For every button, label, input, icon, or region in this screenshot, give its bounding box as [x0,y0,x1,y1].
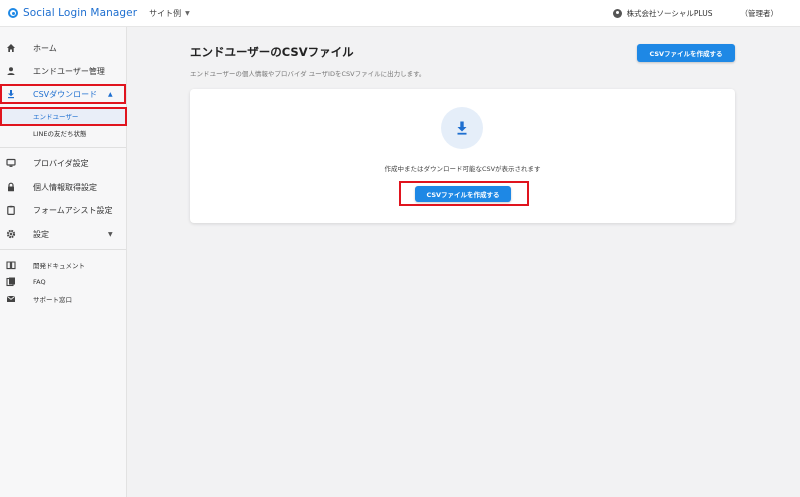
account-icon [612,8,622,18]
account-name: 株式会社ソーシャルPLUS [626,8,713,18]
sidebar-subitem-end-user[interactable]: エンドユーザー [0,108,126,124]
sidebar-item-home[interactable]: ホーム [0,38,126,58]
sidebar-item-end-user-management[interactable]: エンドユーザー管理 [0,61,126,81]
sidebar-item-personal-info-settings[interactable]: 個人情報取得設定 [0,177,126,197]
sidebar-subitem-line-friend-status[interactable]: LINEの友だち状態 [0,125,126,141]
brand[interactable]: Social Login Manager [8,7,137,19]
download-icon [6,89,16,99]
person-icon [6,66,16,76]
brand-logo-icon [8,8,18,18]
sidebar-item-settings[interactable]: 設定 ▼ [0,224,126,244]
sidebar-item-provider-settings[interactable]: プロバイダ設定 [0,153,126,173]
download-icon [441,107,483,149]
site-selector[interactable]: サイト例 ▼ [149,8,190,19]
sidebar-subitem-label: LINEの友だち状態 [33,130,87,138]
sidebar-item-csv-download[interactable]: CSVダウンロード ▲ [0,84,126,104]
sidebar-item-label: 開発ドキュメント [33,262,85,270]
site-selector-label: サイト例 [149,8,182,18]
faq-icon [6,277,16,287]
sidebar-item-label: サポート窓口 [33,296,72,304]
sidebar-item-label: 個人情報取得設定 [33,182,97,192]
page-description: エンドユーザーの個人情報やプロバイダ ユーザIDをCSVファイルに出力します。 [190,70,426,78]
sidebar-item-label: FAQ [33,278,46,286]
account-menu[interactable]: 株式会社ソーシャルPLUS （管理者） [612,0,779,26]
empty-state-message: 作成中またはダウンロード可能なCSVが表示されます [384,165,541,173]
main-content: エンドユーザーのCSVファイル エンドユーザーの個人情報やプロバイダ ユーザID… [127,27,800,497]
book-icon [6,260,16,270]
lock-icon [6,182,16,192]
account-role: （管理者） [740,8,779,18]
sidebar-subitem-label: エンドユーザー [33,113,79,121]
sidebar-item-label: フォームアシスト設定 [33,205,113,215]
clipboard-icon [6,205,16,215]
sidebar-item-form-assist-settings[interactable]: フォームアシスト設定 [0,200,126,220]
sidebar-item-label: CSVダウンロード [33,89,98,99]
sidebar-divider [0,249,126,250]
sidebar-item-support[interactable]: サポート窓口 [0,289,126,309]
sidebar-item-label: 設定 [33,229,49,239]
sidebar-item-label: ホーム [33,43,57,53]
sidebar-divider [0,147,126,148]
csv-file-card: 作成中またはダウンロード可能なCSVが表示されます CSVファイルを作成する [190,89,735,223]
create-csv-button[interactable]: CSVファイルを作成する [637,44,735,62]
caret-down-icon: ▼ [185,9,190,17]
home-icon [6,43,16,53]
sidebar: ホーム エンドユーザー管理 CSVダウンロード ▲ エンドユーザー LINEの友… [0,27,127,497]
app-name: Social Login Manager [23,7,138,19]
create-csv-card-button[interactable]: CSVファイルを作成する [415,186,511,202]
gear-icon [6,229,16,239]
monitor-icon [6,158,16,168]
sidebar-item-label: プロバイダ設定 [33,158,89,168]
caret-up-icon: ▲ [108,90,113,98]
page-title: エンドユーザーのCSVファイル [190,45,354,59]
mail-icon [6,294,16,304]
top-bar: Social Login Manager サイト例 ▼ 株式会社ソーシャルPLU… [0,0,800,27]
caret-down-icon: ▼ [108,230,113,238]
sidebar-item-label: エンドユーザー管理 [33,66,105,76]
